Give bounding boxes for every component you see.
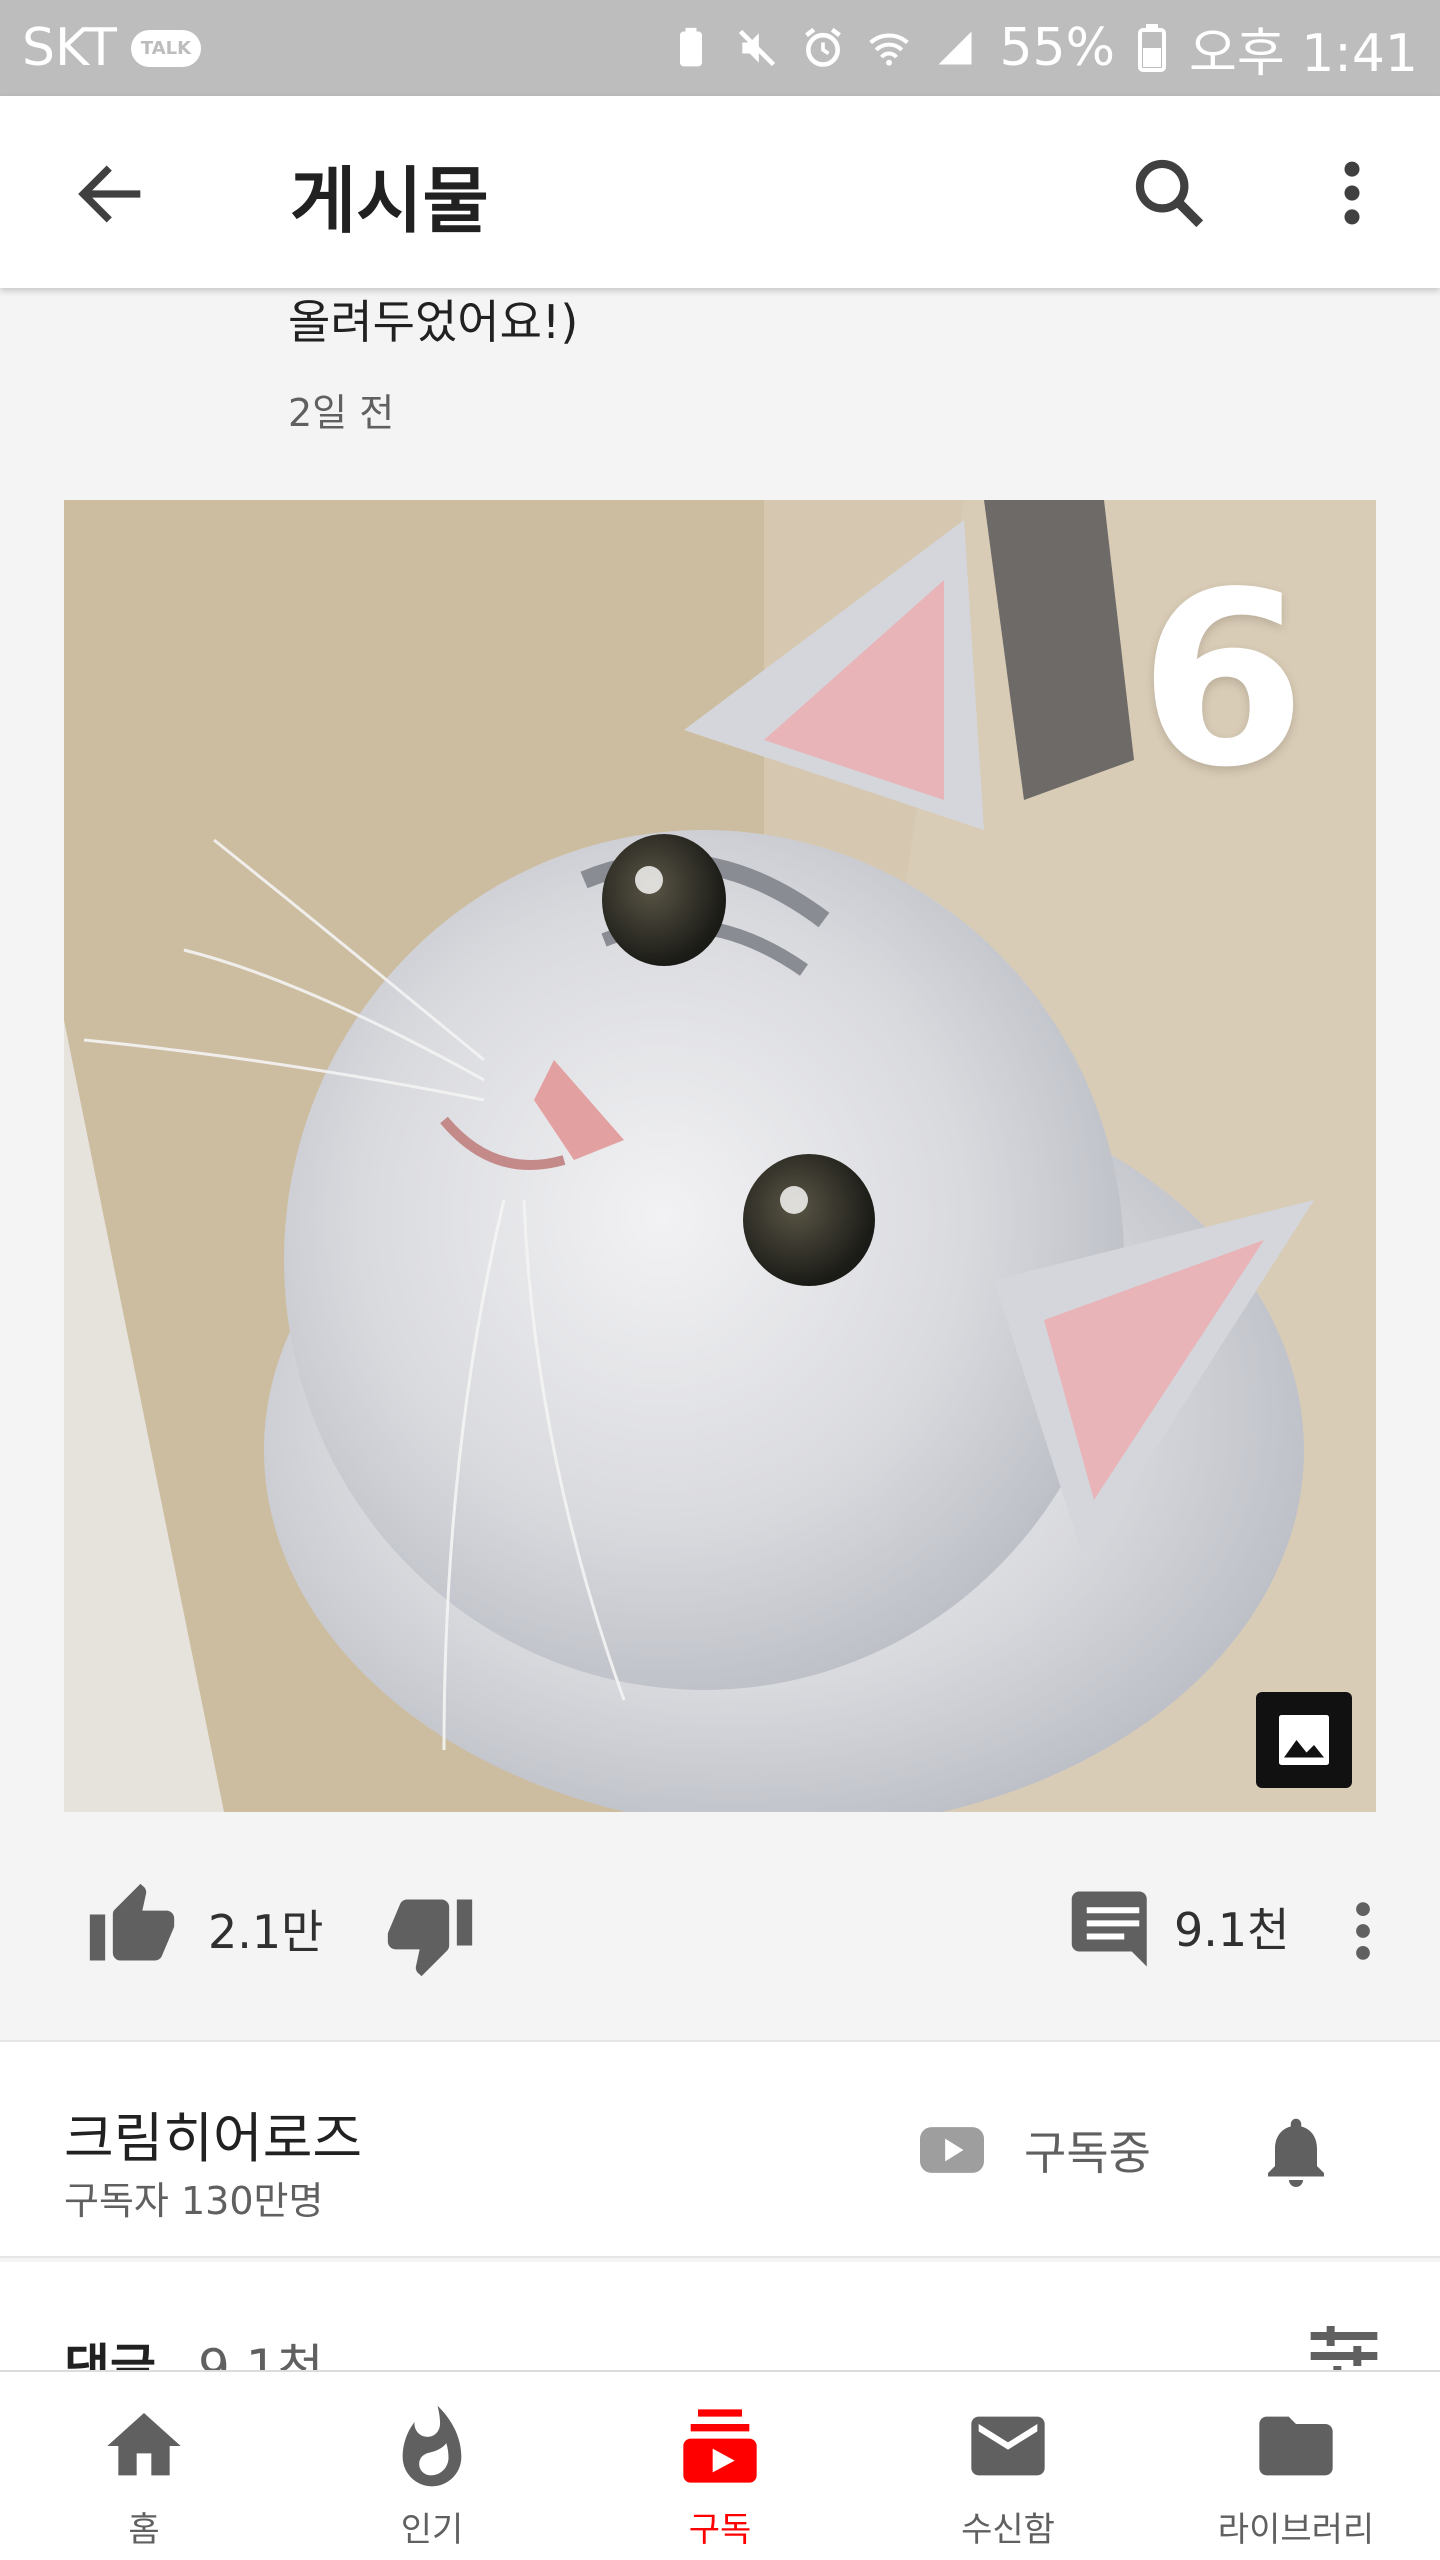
wifi-icon [869,33,910,66]
status-left: SKT TALK [22,18,202,78]
thumbs-up-icon[interactable] [86,1880,178,1972]
battery-icon [1138,24,1167,72]
subscribed-label: 구독중 [1024,2126,1151,2180]
more-vert-icon[interactable] [1338,1886,1388,1976]
comments-count: 9.1천 [198,2339,324,2372]
app-bar: 게시물 [0,96,1440,288]
nav-label: 인기 [400,2510,464,2550]
nav-library[interactable]: 라이브러리 [1152,2372,1440,2560]
notification-bell-icon[interactable] [1254,2106,1338,2198]
library-folder-icon [1259,2416,1333,2476]
nav-trending[interactable]: 인기 [288,2372,576,2560]
action-row: 2.1만 9.1천 [0,1870,1440,1980]
post-image[interactable]: 6 [64,500,1376,1812]
clock-time: 오후 1:41 [1189,23,1418,84]
nav-home[interactable]: 홈 [0,2372,288,2560]
battery-percent: 55% [999,18,1116,78]
nav-label: 홈 [128,2510,160,2550]
subscriber-count: 구독자 130만명 [64,2179,324,2223]
subscriptions-icon [683,2409,757,2483]
sort-icon[interactable] [1304,2326,1384,2372]
bottom-nav: 홈 인기 구독 수신함 라이브러리 [0,2370,1440,2560]
post-timestamp: 2일 전 [288,391,395,435]
youtube-play-icon [920,2127,984,2173]
image-number-overlay: 6 [1139,540,1306,820]
nav-inbox[interactable]: 수신함 [864,2372,1152,2560]
status-right: 55% 오후 1:41 [669,11,1418,86]
inbox-mail-icon [971,2416,1045,2476]
nav-label: 수신함 [961,2510,1055,2550]
status-bar: SKT TALK 55% 오후 1:41 [0,0,1440,96]
comment-count: 9.1천 [1174,1903,1290,1957]
arrow-back-icon[interactable] [70,154,150,234]
home-icon [107,2413,181,2476]
battery-saver-icon [680,27,703,67]
carrier-label: SKT [22,18,117,78]
nav-label: 구독 [688,2510,752,2550]
comments-header[interactable]: 댓글 9.1천 [0,2262,1440,2372]
channel-section: 크림히어로즈 구독자 130만명 구독중 [0,2040,1440,2258]
thumbs-down-icon[interactable] [384,1888,476,1980]
subscribed-button[interactable]: 구독중 [920,2100,1151,2200]
nav-subscriptions[interactable]: 구독 [576,2372,864,2560]
kakaotalk-badge-icon: TALK [130,29,202,67]
image-icon [1256,1692,1352,1788]
mute-icon [739,29,776,67]
search-icon[interactable] [1128,152,1210,234]
channel-name[interactable]: 크림히어로즈 [64,2094,362,2173]
alarm-icon [805,27,842,67]
comments-title: 댓글 [64,2339,156,2372]
nav-label: 라이브러리 [1217,2510,1375,2550]
trending-fire-icon [402,2405,462,2487]
comment-icon[interactable] [1068,1884,1158,1974]
signal-icon [938,31,972,65]
page-title: 게시물 [290,159,489,243]
more-vert-icon[interactable] [1322,152,1382,234]
like-count: 2.1만 [208,1905,324,1959]
post-text: 올려두었어요!) [288,295,579,349]
